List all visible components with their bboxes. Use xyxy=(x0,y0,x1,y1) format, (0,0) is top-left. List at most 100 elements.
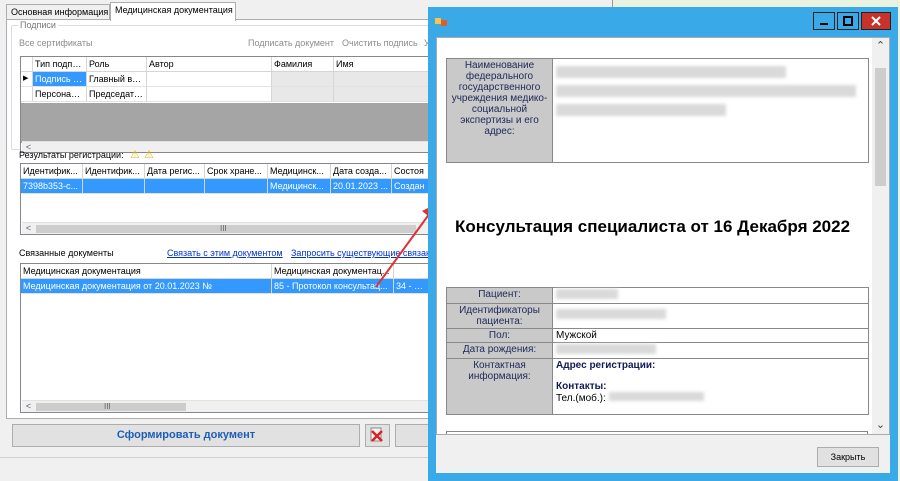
table-cell[interactable]: Медицинск... xyxy=(268,179,331,194)
registration-label: Результаты регистрации: xyxy=(19,150,124,160)
table-cell[interactable]: Медицинская документация от 20.01.2023 № xyxy=(21,279,272,294)
extra-button[interactable] xyxy=(395,424,429,447)
patient-ids-label: Идентификаторы пациента: xyxy=(446,303,553,329)
registration-header-row: Идентифик... Идентифик... Дата регис... … xyxy=(21,164,429,179)
row-header-cell xyxy=(21,87,33,102)
current-row-marker-icon: ▶ xyxy=(21,72,33,87)
contact-label: Контактная информация: xyxy=(446,358,553,415)
next-table-edge xyxy=(446,431,868,434)
redacted-text xyxy=(608,392,704,401)
tab-medical-docs[interactable]: Медицинская документация xyxy=(110,2,236,21)
table-cell[interactable] xyxy=(147,87,272,102)
table-cell[interactable] xyxy=(334,87,429,102)
column-header[interactable]: Роль xyxy=(87,57,147,72)
linked-header-row: Медицинская документация Медицинская док… xyxy=(21,264,429,279)
form-document-button[interactable]: Сформировать документ xyxy=(12,424,360,447)
org-table: Наименование федерального государственно… xyxy=(446,58,869,163)
window-titlebar[interactable] xyxy=(428,7,898,37)
table-row[interactable]: ▶ Подпись ме... Главный врач xyxy=(21,72,429,87)
linked-docs-label: Связанные документы xyxy=(19,248,114,258)
app-icon xyxy=(435,18,447,26)
table-row[interactable]: Персональн... Председате... xyxy=(21,87,429,102)
patient-value xyxy=(552,287,869,304)
table-row[interactable]: Медицинская документация от 20.01.2023 №… xyxy=(21,279,429,294)
scroll-left-icon[interactable]: < xyxy=(22,401,35,412)
column-header[interactable]: Идентифик... xyxy=(83,164,145,179)
signatures-grid: Тип подписи Роль Автор Фамилия Имя ▶ Под… xyxy=(20,56,430,153)
dob-value xyxy=(552,342,869,359)
redacted-text xyxy=(556,104,726,116)
warning-icon: ⚠ xyxy=(130,149,140,161)
close-window-button[interactable] xyxy=(861,12,891,30)
reg-address-label: Адрес регистрации: xyxy=(556,360,656,371)
contacts-label: Контакты: xyxy=(556,381,607,392)
document-viewer[interactable]: Наименование федерального государственно… xyxy=(436,37,890,435)
clear-signature-button[interactable]: Очистить подпись xyxy=(342,38,418,48)
scrollbar-grip: III xyxy=(104,402,111,411)
table-cell[interactable]: 7398b353-c... xyxy=(21,179,83,194)
all-certificates-button[interactable]: Все сертификаты xyxy=(19,38,92,48)
phone-line: Тел.(моб.): xyxy=(556,392,865,404)
table-cell[interactable]: Главный врач xyxy=(87,72,147,87)
linked-docs-grid: Медицинская документация Медицинская док… xyxy=(20,263,430,413)
patient-label: Пациент: xyxy=(446,287,553,304)
registration-grid: Идентифик... Идентифик... Дата регис... … xyxy=(20,163,430,235)
delete-icon xyxy=(370,427,383,442)
column-header[interactable]: Дата регис... xyxy=(145,164,205,179)
link-to-document-link[interactable]: Связать с этим документом xyxy=(167,248,283,258)
table-cell[interactable] xyxy=(147,72,272,87)
scroll-left-icon[interactable]: < xyxy=(22,223,35,234)
table-cell[interactable] xyxy=(272,87,334,102)
minimize-icon xyxy=(820,23,828,25)
table-cell[interactable]: Подпись ме... xyxy=(33,72,87,87)
close-icon xyxy=(871,16,881,26)
sex-value: Мужской xyxy=(552,328,869,343)
redacted-text xyxy=(556,66,786,78)
tab-main-info[interactable]: Основная информация xyxy=(6,4,110,20)
dob-label: Дата рождения: xyxy=(446,342,553,359)
table-cell[interactable] xyxy=(145,179,205,194)
scroll-up-icon[interactable]: ⌃ xyxy=(872,38,889,55)
table-cell[interactable] xyxy=(83,179,145,194)
column-header[interactable]: Медицинская документация xyxy=(21,264,272,279)
column-header[interactable]: Медицинск... xyxy=(268,164,331,179)
horizontal-scrollbar[interactable]: < III xyxy=(22,400,428,412)
column-header[interactable]: Идентифик... xyxy=(21,164,83,179)
table-cell[interactable] xyxy=(272,72,334,87)
table-cell[interactable] xyxy=(334,72,429,87)
column-header[interactable]: Фамилия xyxy=(272,57,334,72)
table-cell[interactable]: Персональн... xyxy=(33,87,87,102)
table-cell[interactable]: Создан xyxy=(392,179,429,194)
scroll-down-icon[interactable]: ⌄ xyxy=(872,417,889,434)
horizontal-scrollbar[interactable]: < III xyxy=(22,222,428,234)
close-button[interactable]: Закрыть xyxy=(817,447,879,467)
redacted-text xyxy=(556,85,856,97)
sign-document-button[interactable]: Подписать документ xyxy=(248,38,334,48)
vertical-scrollbar[interactable]: ⌃ ⌄ xyxy=(872,38,889,434)
warning-icon: ⚠ xyxy=(144,149,154,161)
document-preview-window: Наименование федерального государственно… xyxy=(428,7,898,481)
maximize-button[interactable] xyxy=(837,12,859,30)
table-row[interactable]: 7398b353-c... Медицинск... 20.01.2023 ..… xyxy=(21,179,429,194)
scrollbar-thumb[interactable] xyxy=(875,68,886,186)
scrollbar-thumb[interactable] xyxy=(36,403,186,411)
patient-table: Пациент: Идентификаторы пациента: Пол: М… xyxy=(446,287,869,415)
column-header[interactable]: Дата созда... xyxy=(331,164,392,179)
column-header[interactable]: Имя xyxy=(334,57,429,72)
sex-label: Пол: xyxy=(446,328,553,343)
grid-empty-area xyxy=(21,103,429,143)
row-header-cell xyxy=(21,57,33,72)
contact-value: Адрес регистрации: Контакты: Тел.(моб.): xyxy=(552,358,869,415)
column-header[interactable]: Срок хране... xyxy=(205,164,268,179)
table-cell[interactable]: Председате... xyxy=(87,87,147,102)
phone-label: Тел.(моб.): xyxy=(556,393,606,404)
table-cell[interactable] xyxy=(205,179,268,194)
org-label: Наименование федерального государственно… xyxy=(446,58,553,163)
column-header[interactable]: Автор xyxy=(147,57,272,72)
minimize-button[interactable] xyxy=(813,12,835,30)
column-header[interactable]: Тип подписи xyxy=(33,57,87,72)
delete-button[interactable] xyxy=(365,424,390,447)
table-cell[interactable]: 20.01.2023 ... xyxy=(331,179,392,194)
column-header[interactable]: Состоя xyxy=(392,164,429,179)
document-heading: Консультация специалиста от 16 Декабря 2… xyxy=(455,217,851,236)
